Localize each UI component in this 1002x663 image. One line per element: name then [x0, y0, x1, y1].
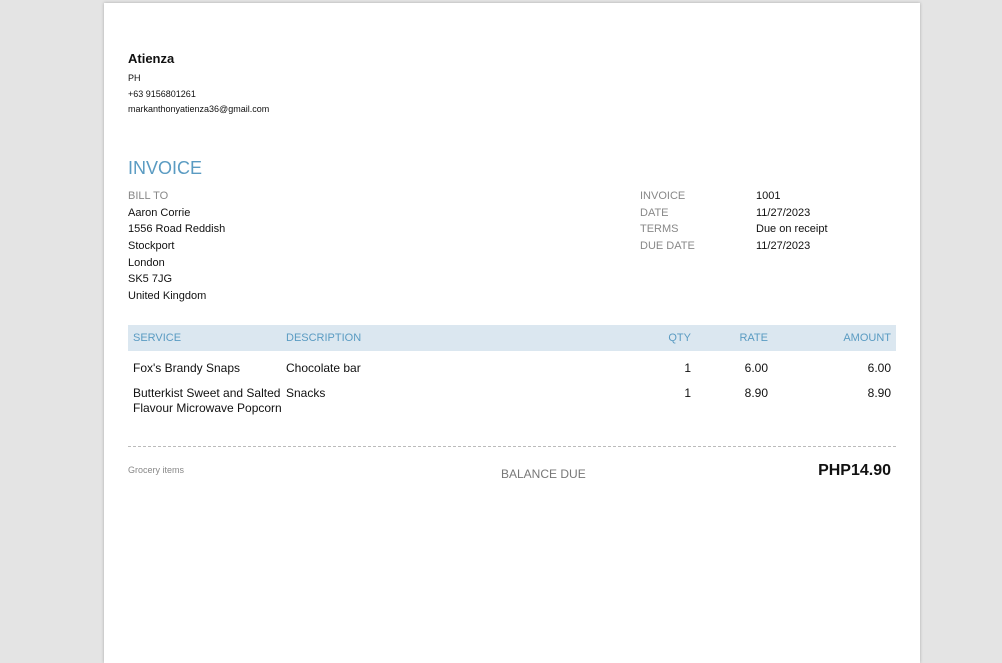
cell-qty: 1	[684, 361, 691, 375]
bill-to-line: Aaron Corrie	[128, 207, 191, 219]
invoice-date: 11/27/2023	[756, 207, 811, 219]
meta-label: TERMS	[640, 223, 679, 235]
invoice-terms: Due on receipt	[756, 223, 828, 235]
bill-to-line: Stockport	[128, 240, 175, 252]
bill-to-line: United Kingdom	[128, 290, 207, 302]
cell-qty: 1	[684, 386, 691, 400]
header-amount: AMOUNT	[843, 332, 891, 344]
header-service: SERVICE	[133, 332, 182, 344]
balance-due-label: BALANCE DUE	[501, 467, 586, 481]
cell-description: Chocolate bar	[286, 361, 361, 375]
company-phone: +63 9156801261	[128, 89, 196, 99]
cell-amount: 8.90	[867, 386, 891, 400]
bill-to-line: 1556 Road Reddish	[128, 223, 226, 235]
balance-due-amount: PHP14.90	[818, 462, 891, 479]
cell-service: Fox's Brandy Snaps	[133, 361, 241, 375]
bill-to-label: BILL TO	[128, 190, 169, 202]
company-email: markanthonyatienza36@gmail.com	[128, 104, 270, 114]
divider	[128, 446, 896, 447]
meta-label: DATE	[640, 207, 669, 219]
invoice-title: INVOICE	[128, 158, 203, 178]
invoice-number: 1001	[756, 190, 781, 202]
company-country: PH	[128, 73, 141, 83]
cell-service: Butterkist Sweet and Salted Flavour Micr…	[133, 386, 282, 415]
header-rate: RATE	[739, 332, 768, 344]
header-description: DESCRIPTION	[286, 332, 362, 344]
cell-description: Snacks	[286, 386, 326, 400]
bill-to-line: SK5 7JG	[128, 273, 173, 285]
meta-label: INVOICE	[640, 190, 686, 202]
invoice-due-date: 11/27/2023	[756, 240, 811, 252]
meta-label: DUE DATE	[640, 240, 695, 252]
company-name: Atienza	[128, 51, 175, 66]
invoice-page: Atienza PH +63 9156801261 markanthonyati…	[104, 3, 920, 663]
bill-to-line: London	[128, 257, 165, 269]
header-qty: QTY	[668, 332, 691, 344]
cell-amount: 6.00	[867, 361, 891, 375]
cell-rate: 8.90	[744, 386, 768, 400]
cell-rate: 6.00	[744, 361, 768, 375]
table-header: SERVICE DESCRIPTION QTY RATE AMOUNT	[128, 325, 896, 351]
invoice-note: Grocery items	[128, 465, 185, 475]
